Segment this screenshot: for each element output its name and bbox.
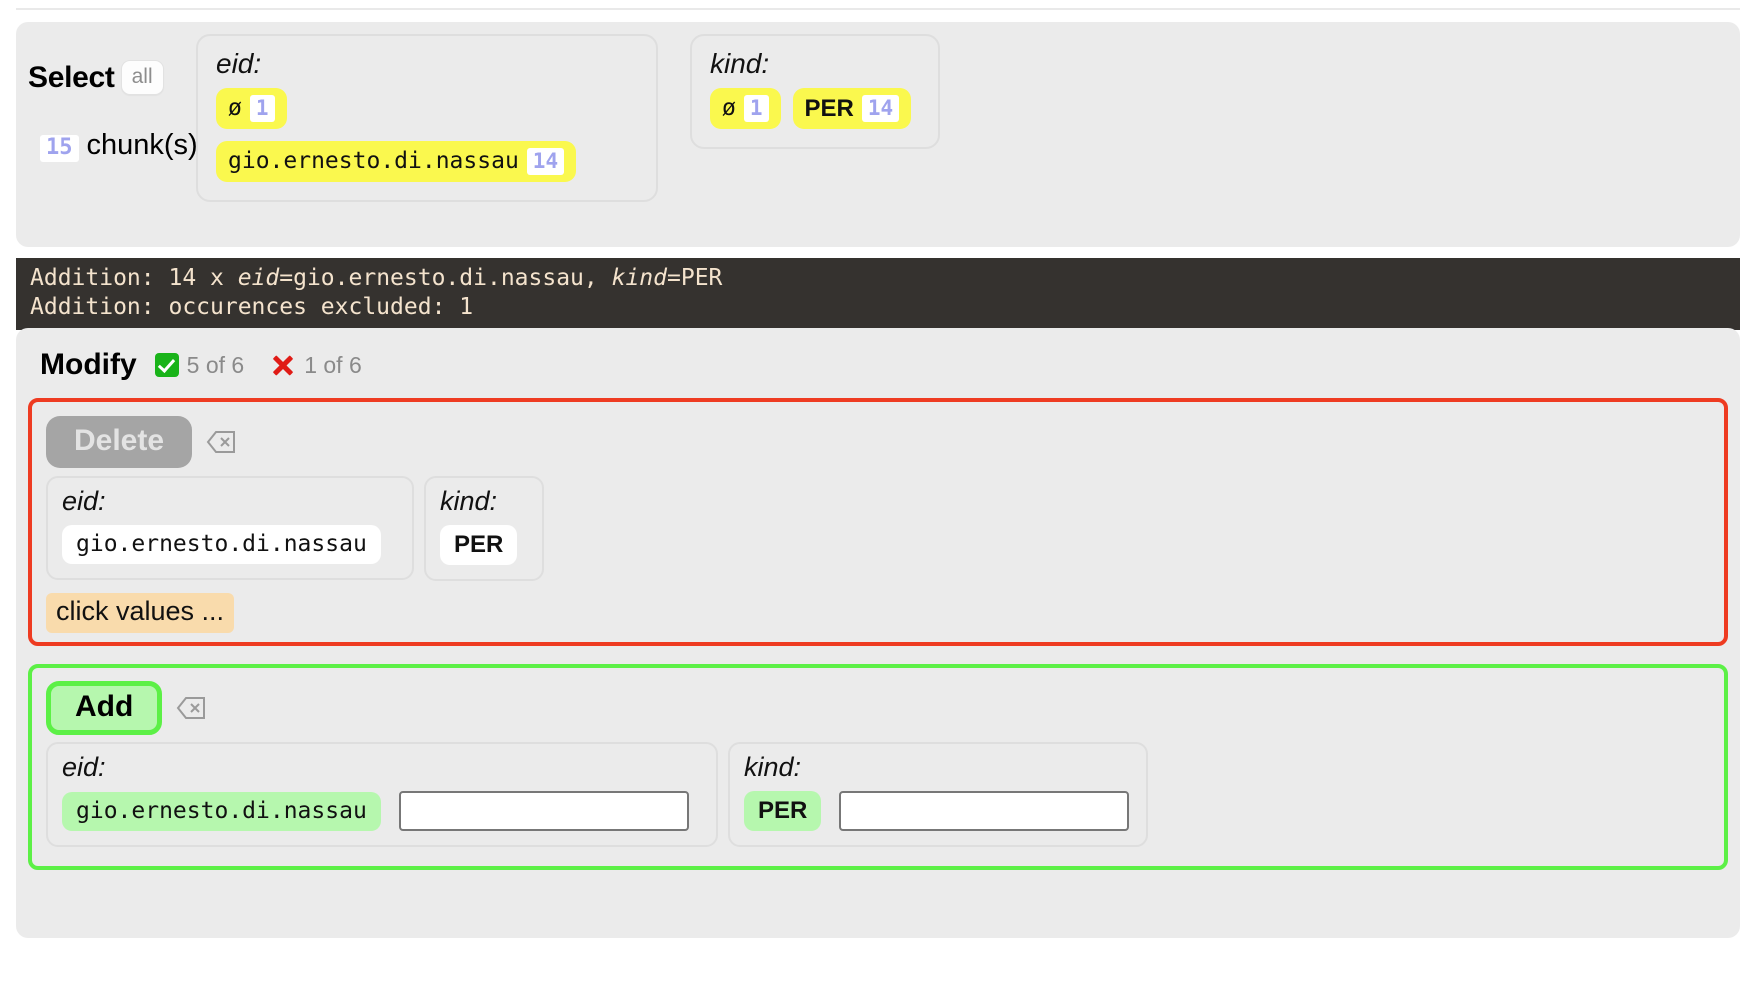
log-console: Addition: 14 x eid=gio.ernesto.di.nassau… <box>16 258 1740 330</box>
top-divider <box>16 8 1740 10</box>
add-kind-label: kind: <box>744 752 802 782</box>
modify-panel: Modify 5 of 6 1 of 6 Delete eid: gio.ern… <box>16 328 1740 938</box>
add-header: Add <box>46 680 1710 736</box>
facet-chip-kind-empty[interactable]: ø 1 <box>710 88 781 129</box>
delete-eid-label: eid: <box>62 486 106 516</box>
facet-chip-kind-per[interactable]: PER 14 <box>792 88 912 129</box>
chip-count: 1 <box>249 95 275 122</box>
add-kind-row: PER <box>744 791 1132 831</box>
chunk-count-badge: 15 <box>40 135 79 162</box>
chip-label: gio.ernesto.di.nassau <box>228 148 519 174</box>
add-eid-label: eid: <box>62 752 106 782</box>
select-summary: Select all 15 chunk(s) <box>16 22 198 162</box>
facet-kind-chips: ø 1 PER 14 <box>710 88 920 129</box>
select-header-row: Select all <box>28 60 196 95</box>
facet-eid-label: eid: <box>216 48 262 79</box>
erase-icon[interactable] <box>176 696 206 720</box>
facet-eid-chips: ø 1 gio.ernesto.di.nassau 14 <box>216 88 638 182</box>
facet-kind: kind: ø 1 PER 14 <box>690 34 940 149</box>
cross-icon <box>270 352 296 378</box>
add-button[interactable]: Add <box>46 681 163 735</box>
delete-field-kind: kind: PER <box>424 476 544 581</box>
modify-success-stat: 5 of 6 <box>154 351 245 379</box>
modify-success-text: 5 of 6 <box>186 351 245 378</box>
modify-failure-text: 1 of 6 <box>304 351 362 378</box>
add-field-eid: eid: gio.ernesto.di.nassau <box>46 742 718 847</box>
delete-kind-label: kind: <box>440 486 498 516</box>
chip-count: 14 <box>526 148 565 175</box>
delete-field-eid: eid: gio.ernesto.di.nassau <box>46 476 414 580</box>
delete-block: Delete eid: gio.ernesto.di.nassau kind: … <box>28 398 1728 646</box>
log-line-1-mid: =gio.ernesto.di.nassau, <box>279 265 612 291</box>
app-root: Select all 15 chunk(s) eid: ø 1 gio.erne… <box>0 0 1756 992</box>
modify-title: Modify <box>40 348 137 381</box>
chip-label: ø <box>228 95 242 121</box>
delete-hint: click values ... <box>46 593 235 633</box>
select-all-button[interactable]: all <box>120 60 164 95</box>
add-fields: eid: gio.ernesto.di.nassau kind: PER <box>46 742 1710 847</box>
add-kind-value[interactable]: PER <box>744 791 822 831</box>
delete-fields: eid: gio.ernesto.di.nassau kind: PER <box>46 476 1710 581</box>
delete-button[interactable]: Delete <box>46 416 193 468</box>
erase-icon[interactable] <box>206 430 236 454</box>
chunk-counter: 15 chunk(s) <box>40 129 198 162</box>
chip-count: 1 <box>743 95 769 122</box>
delete-header: Delete <box>46 414 1710 470</box>
add-kind-input[interactable] <box>839 791 1130 831</box>
chunk-count-label: chunk(s) <box>86 129 198 161</box>
log-line-1-key-eid: eid <box>237 265 280 291</box>
chip-count: 14 <box>861 95 900 122</box>
delete-kind-value[interactable]: PER <box>440 525 518 565</box>
add-eid-input[interactable] <box>398 791 689 831</box>
facet-chip-eid-nassau[interactable]: gio.ernesto.di.nassau 14 <box>216 141 577 182</box>
log-line-1: Addition: 14 x eid=gio.ernesto.di.nassau… <box>16 264 1740 293</box>
add-field-kind: kind: PER <box>728 742 1148 847</box>
add-eid-row: gio.ernesto.di.nassau <box>62 791 702 831</box>
select-panel: Select all 15 chunk(s) eid: ø 1 gio.erne… <box>16 22 1740 247</box>
facet-chip-eid-empty[interactable]: ø 1 <box>216 88 287 129</box>
delete-eid-value[interactable]: gio.ernesto.di.nassau <box>62 525 381 564</box>
select-title: Select <box>28 60 115 94</box>
facet-kind-label: kind: <box>710 48 770 79</box>
modify-failure-stat: 1 of 6 <box>270 352 362 379</box>
chip-label: ø <box>722 95 736 121</box>
log-line-2: Addition: occurences excluded: 1 <box>30 293 474 320</box>
modify-header: Modify 5 of 6 1 of 6 <box>28 342 1728 388</box>
log-line-1-suffix: =PER <box>667 265 723 291</box>
add-block: Add eid: gio.ernesto.di.nassau kind: PER <box>28 664 1728 870</box>
check-icon <box>154 353 179 377</box>
chip-label: PER <box>804 94 854 122</box>
log-line-1-key-kind: kind <box>611 265 667 291</box>
add-eid-value[interactable]: gio.ernesto.di.nassau <box>62 791 381 831</box>
log-line-1-prefix: Addition: 14 x <box>30 265 238 291</box>
facet-eid: eid: ø 1 gio.ernesto.di.nassau 14 <box>196 34 658 202</box>
